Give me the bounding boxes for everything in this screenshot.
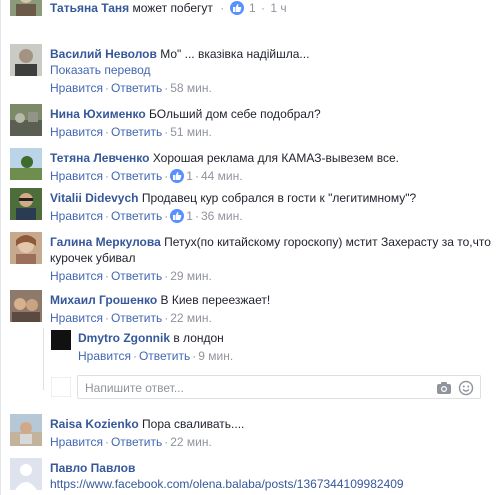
comment-actions: Нравится · Ответить · 29 мин. xyxy=(50,269,212,283)
comments-feed: Татьяна Таня может побегут · 1 · 1 ч Вас… xyxy=(0,0,502,495)
reply-button[interactable]: Ответить xyxy=(111,209,162,223)
comment-time[interactable]: 9 мин. xyxy=(198,349,233,363)
avatar[interactable] xyxy=(10,290,42,322)
like-button[interactable]: Нравится xyxy=(50,435,103,449)
comment-author[interactable]: Василий Неволов xyxy=(50,47,157,61)
like-button[interactable]: Нравится xyxy=(50,125,103,139)
like-button[interactable]: Нравится xyxy=(50,209,103,223)
show-translation-link[interactable]: Показать перевод xyxy=(50,62,495,78)
reply-button[interactable]: Ответить xyxy=(111,125,162,139)
like-button[interactable]: Нравится xyxy=(50,269,103,283)
comment-text: в лондон xyxy=(173,331,224,345)
like-count[interactable]: 1 xyxy=(186,209,193,223)
avatar xyxy=(51,377,71,397)
avatar[interactable] xyxy=(10,458,42,490)
like-count[interactable]: 1 xyxy=(186,169,193,183)
comment-text: Продавец кур собрался в гости к "легитим… xyxy=(141,191,417,205)
avatar[interactable] xyxy=(51,330,71,350)
comment-actions: Нравится · Ответить · 22 мин. xyxy=(50,435,212,449)
smiley-icon[interactable] xyxy=(458,380,474,396)
comment-time[interactable]: 29 мин. xyxy=(170,269,212,283)
reply-button[interactable]: Ответить xyxy=(111,435,162,449)
comment-actions: Нравится · Ответить · 1 · 36 мин. xyxy=(50,209,243,223)
like-button[interactable]: Нравится xyxy=(50,81,103,95)
comment-actions: Нравится · Ответить · 9 мин. xyxy=(78,349,234,363)
like-button[interactable]: Нравится xyxy=(78,349,131,363)
comment-author[interactable]: Vitalii Didevych xyxy=(50,191,138,205)
thumbs-up-icon[interactable] xyxy=(229,1,244,15)
comment-actions: · 1 · 1 ч xyxy=(220,1,287,15)
reply-button[interactable]: Ответить xyxy=(111,269,162,283)
comment-actions: Нравится · Ответить · 51 мин. xyxy=(50,125,212,139)
reply-button[interactable]: Ответить xyxy=(111,81,162,95)
avatar[interactable] xyxy=(10,188,42,220)
comment-author[interactable]: Тетяна Левченко xyxy=(50,151,149,165)
comment-author[interactable]: Галина Меркулова xyxy=(50,235,161,249)
reply-button[interactable]: Ответить xyxy=(111,311,162,325)
reply-button[interactable]: Ответить xyxy=(139,349,190,363)
comment-time[interactable]: 1 ч xyxy=(270,1,286,15)
thumbs-up-icon[interactable] xyxy=(170,209,185,223)
comment-time[interactable]: 51 мин. xyxy=(170,125,212,139)
like-button[interactable]: Нравится xyxy=(50,169,103,183)
comment-time[interactable]: 36 мин. xyxy=(201,209,243,223)
avatar[interactable] xyxy=(10,104,42,136)
comment-author[interactable]: Михаил Грошенко xyxy=(50,293,157,307)
comment-author[interactable]: Dmytro Zgonnik xyxy=(78,331,170,345)
avatar[interactable] xyxy=(10,232,42,264)
comment-text: В Киев переезжает! xyxy=(160,293,271,307)
reply-thread-line xyxy=(43,328,44,390)
avatar[interactable] xyxy=(10,414,42,446)
comment-author[interactable]: Татьяна Таня xyxy=(50,1,129,15)
comment-author[interactable]: Raisa Kozienko xyxy=(50,417,139,431)
comment-time[interactable]: 44 мин. xyxy=(201,169,243,183)
like-button[interactable]: Нравится xyxy=(50,311,103,325)
comment-author[interactable]: Павло Павлов xyxy=(50,461,135,475)
comment-time[interactable]: 58 мин. xyxy=(170,81,212,95)
comment-actions: Нравится · Ответить · 1 · 44 мин. xyxy=(50,169,243,183)
comment-time[interactable]: 22 мин. xyxy=(170,311,212,325)
like-count[interactable]: 1 xyxy=(249,1,256,15)
reply-button[interactable]: Ответить xyxy=(111,169,162,183)
comment-text: может побегут xyxy=(132,1,213,15)
comment-actions: Нравится · Ответить · 22 мин. xyxy=(50,311,212,325)
reply-input[interactable] xyxy=(85,380,415,396)
thumbs-up-icon[interactable] xyxy=(170,169,185,183)
comment-actions: Нравится · Ответить · 58 мин. xyxy=(50,81,212,95)
comment-time[interactable]: 22 мин. xyxy=(170,435,212,449)
avatar[interactable] xyxy=(10,0,42,16)
comment-text: Пора сваливать.... xyxy=(142,417,245,431)
avatar[interactable] xyxy=(10,44,42,76)
comment-link[interactable]: https://www.facebook.com/olena.balaba/po… xyxy=(50,477,404,491)
comment-author[interactable]: Нина Юхименко xyxy=(50,107,146,121)
comment-text: Хорошая реклама для КАМАЗ-вывезем все. xyxy=(152,151,399,165)
camera-icon[interactable] xyxy=(436,380,452,396)
reply-box xyxy=(77,375,481,399)
comment-text: БОльший дом себе подобрал? xyxy=(149,107,321,121)
comment-text: Мо" ... вказівка надійшла... xyxy=(160,47,310,61)
avatar[interactable] xyxy=(10,148,42,180)
